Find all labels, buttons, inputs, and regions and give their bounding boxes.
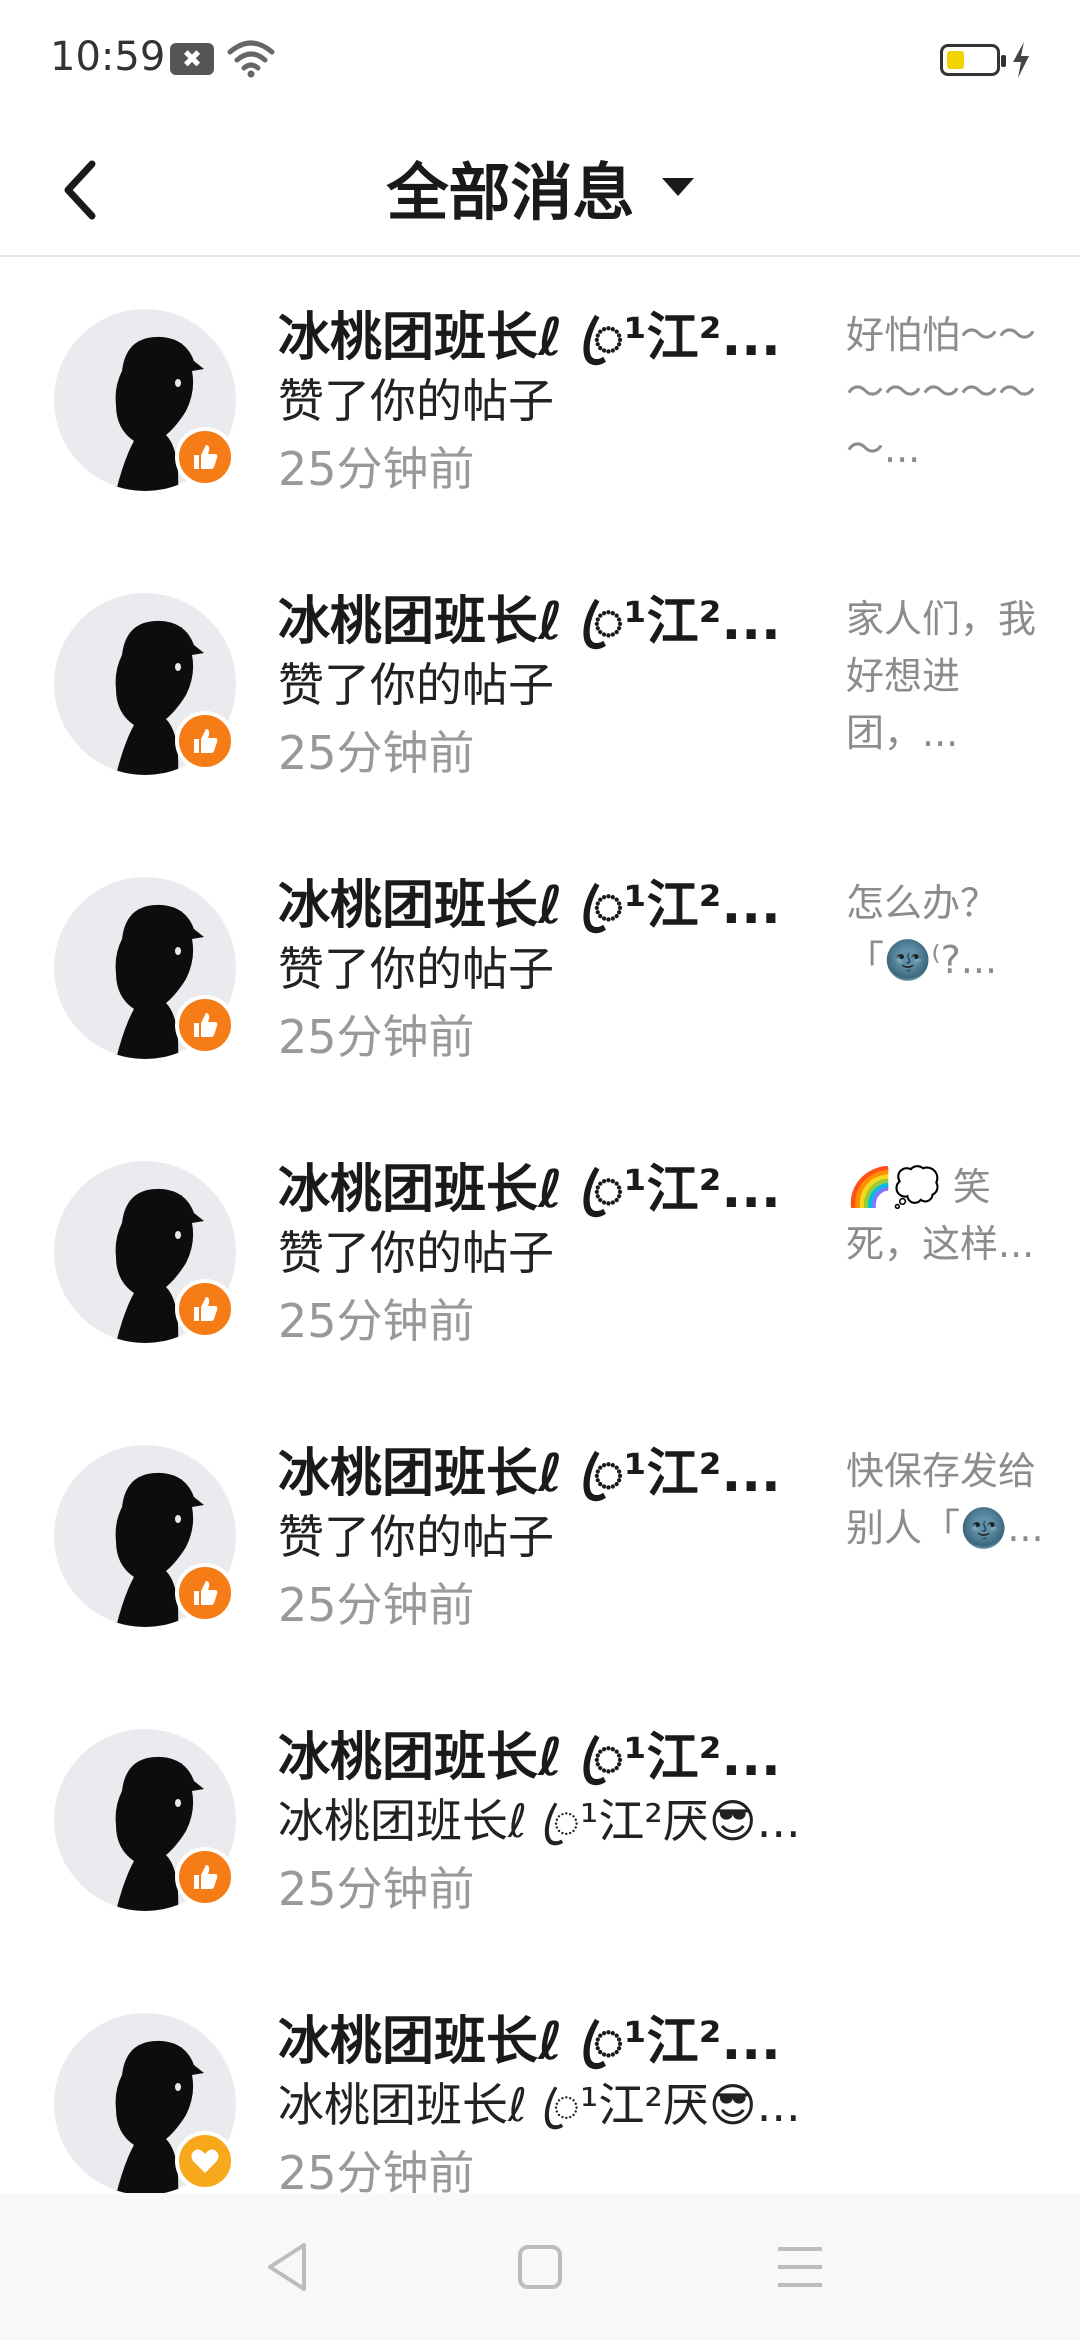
- battery-icon: [940, 44, 1006, 76]
- reaction-badge: [175, 1279, 235, 1339]
- thumbs-up-icon: [194, 1581, 218, 1605]
- heart-icon: [191, 2149, 219, 2173]
- message-item[interactable]: 冰桃团班长ℓ ꦿ¹江²... 赞了你的帖子 25分钟前 好怕怕～～～～～～～～.…: [0, 257, 1080, 541]
- message-item[interactable]: 冰桃团班长ℓ ꦿ¹江²... 赞了你的帖子 25分钟前 家人们，我好想进团，..…: [0, 541, 1080, 825]
- triangle-down-icon: [661, 178, 694, 196]
- triangle-back-icon[interactable]: [258, 2237, 318, 2297]
- message-time: 25分钟前: [278, 726, 475, 780]
- reaction-badge: [175, 2131, 235, 2191]
- post-preview[interactable]: 好怕怕～～～～～～～～...: [846, 307, 1046, 478]
- reaction-badge: [175, 1847, 235, 1907]
- message-time: 25分钟前: [278, 1294, 475, 1348]
- reaction-badge: [175, 711, 235, 771]
- thumbs-up-icon: [194, 1297, 218, 1321]
- post-preview[interactable]: 怎么办？「🌚⁽?...: [846, 875, 1046, 989]
- reaction-badge: [175, 995, 235, 1055]
- reaction-badge: [175, 1563, 235, 1623]
- thumbs-up-icon: [194, 445, 218, 469]
- message-item[interactable]: 冰桃团班长ℓ ꦿ¹江²... 赞了你的帖子 25分钟前 怎么办？「🌚⁽?...: [0, 825, 1080, 1109]
- message-list: 冰桃团班长ℓ ꦿ¹江²... 赞了你的帖子 25分钟前 好怕怕～～～～～～～～.…: [0, 257, 1080, 2245]
- message-action: 赞了你的帖子: [278, 942, 554, 996]
- top-app-bar: 全部消息: [0, 120, 1080, 257]
- message-item[interactable]: 冰桃团班长ℓ ꦿ¹江²... 赞了你的帖子 25分钟前 快保存发给别人「🌚...: [0, 1393, 1080, 1677]
- thumbs-up-icon: [194, 1013, 218, 1037]
- message-action: 赞了你的帖子: [278, 658, 554, 712]
- reaction-badge: [175, 427, 235, 487]
- wifi-icon: [227, 40, 275, 78]
- message-filter-selector[interactable]: 全部消息: [0, 142, 1080, 232]
- thumbs-up-icon: [194, 729, 218, 753]
- message-action: 赞了你的帖子: [278, 1510, 554, 1564]
- message-time: 25分钟前: [278, 1578, 475, 1632]
- message-item[interactable]: 冰桃团班长ℓ ꦿ¹江²... 赞了你的帖子 25分钟前 🌈💭 笑死，这样...: [0, 1109, 1080, 1393]
- status-time: 10:59: [50, 34, 166, 80]
- square-home-icon[interactable]: [510, 2237, 570, 2297]
- status-bar: 10:59 ✖: [0, 0, 1080, 120]
- battery-level: [947, 51, 964, 69]
- page-title: 全部消息: [386, 156, 635, 229]
- message-action: 赞了你的帖子: [278, 1226, 554, 1280]
- message-item[interactable]: 冰桃团班长ℓ ꦿ¹江²... 冰桃团班长ℓ ꦿ¹江²厌😎... 25分钟前: [0, 1677, 1080, 1961]
- message-time: 25分钟前: [278, 1862, 475, 1916]
- post-preview[interactable]: 🌈💭 笑死，这样...: [846, 1159, 1046, 1273]
- notification-icon: ✖: [170, 43, 214, 75]
- thumbs-up-icon: [194, 1865, 218, 1889]
- message-time: 25分钟前: [278, 442, 475, 496]
- post-preview[interactable]: 快保存发给别人「🌚...: [846, 1443, 1046, 1557]
- charging-icon: [1013, 42, 1029, 78]
- menu-lines-icon[interactable]: [770, 2237, 830, 2297]
- message-time: 25分钟前: [278, 1010, 475, 1064]
- post-preview[interactable]: 家人们，我好想进团，...: [846, 591, 1046, 762]
- system-nav-bar: [0, 2193, 1080, 2340]
- message-action: 赞了你的帖子: [278, 374, 554, 428]
